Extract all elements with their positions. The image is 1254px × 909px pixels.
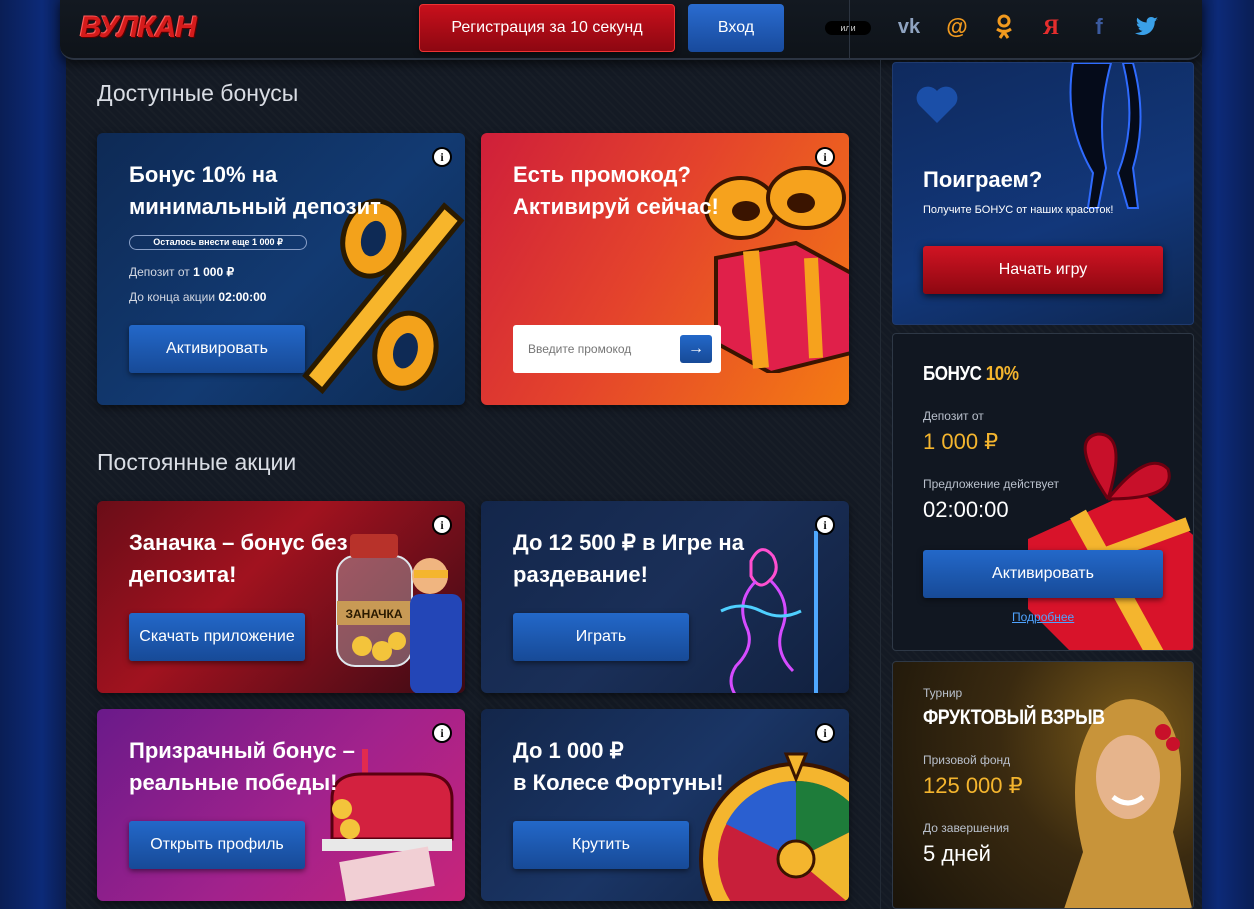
wheel-title-line1: До 1 000 ₽ [513,738,624,763]
tournament-ends-label: До завершения [923,821,1010,835]
promo-title-line1: Есть промокод? [513,162,691,187]
spin-button[interactable]: Крутить [513,821,689,869]
ghost-title-line2: реальные победы! [129,770,338,795]
sidebar-bonus-card: БОНУС 10% Депозит от 1 000 ₽ Предложение… [892,333,1194,651]
bonus-10-title-line1: Бонус 10% на [129,162,278,187]
heart-icon [916,86,958,123]
prize-label: Призовой фонд [923,753,1011,767]
download-app-button[interactable]: Скачать приложение [129,613,305,661]
strip-title-line1: До 12 500 ₽ в Игре на [513,530,744,555]
bonus-10-card: Бонус 10% на минимальный депозит Осталос… [97,133,465,405]
sidebar-divider [880,60,881,909]
sidebar-offer-label: Предложение действует [923,477,1060,491]
open-profile-button[interactable]: Открыть профиль [129,821,305,869]
percent-icon [302,198,465,395]
deposit-row: Депозит от 1 000 ₽ [129,265,235,279]
section-title-permanent: Постоянные акции [97,449,297,475]
top-header: ВУЛКАН Регистрация за 10 секунд Вход или… [60,0,1202,60]
tournament-label: Турнир [923,686,963,700]
sidebar-offer-timer: 02:00:00 [923,497,1009,522]
promo-card: Есть промокод? Активируй сейчас! → i [481,133,849,405]
promo-title-line2: Активируй сейчас! [513,194,719,219]
info-icon[interactable]: i [434,725,450,741]
sidebar-deposit-label: Депозит от [923,409,984,423]
wheel-card: До 1 000 ₽ в Колесе Фортуны! Крутить i [481,709,849,901]
play-button[interactable]: Играть [513,613,689,661]
logo[interactable]: ВУЛКАН [80,11,197,45]
play-promo-card: Поиграем? Получите БОНУС от наших красот… [892,62,1194,325]
jar-label: ЗАНАЧКА [345,607,402,621]
tournament-ends-value: 5 дней [923,841,991,866]
section-title-available: Доступные бонусы [97,80,299,106]
stash-title-line2: депозита! [129,562,237,587]
legs-silhouette [1069,63,1142,209]
promo-code-input[interactable] [513,325,673,373]
fortune-wheel-illustration [699,752,849,901]
start-game-button[interactable]: Начать игру [923,246,1163,294]
yandex-icon[interactable]: Я [1036,12,1066,42]
ends-row: До конца акции 02:00:00 [129,290,267,304]
strip-game-card: До 12 500 ₽ в Игре на раздевание! Играть… [481,501,849,693]
info-icon[interactable]: i [434,517,450,533]
header-divider [849,0,850,60]
left-background [0,0,70,909]
prize-value: 125 000 ₽ [923,773,1023,798]
sidebar-bonus-title: БОНУС 10% [923,363,1019,385]
tournament-card: Турнир ФРУКТОВЫЙ ВЗРЫВ Призовой фонд 125… [892,661,1194,909]
stash-card: ЗАНАЧКА Заначка – бонус без депозита! Ск… [97,501,465,693]
info-icon[interactable]: i [817,725,833,741]
promo-input-wrap: → [513,325,721,373]
sidebar-deposit-value: 1 000 ₽ [923,429,999,454]
play-title: Поиграем? [923,167,1043,192]
remaining-badge: Осталось внести еще 1 000 ₽ [129,235,307,250]
more-link[interactable]: Подробнее [1012,610,1074,624]
play-subtitle: Получите БОНУС от наших красоток! [923,204,1114,216]
info-icon[interactable]: i [817,517,833,533]
login-button[interactable]: Вход [688,4,784,52]
strip-title-line2: раздевание! [513,562,648,587]
twitter-icon[interactable] [1132,12,1162,42]
register-button[interactable]: Регистрация за 10 секунд [419,4,675,52]
mail-at-icon[interactable]: @ [942,12,972,42]
stash-title-line1: Заначка – бонус без [129,530,348,555]
promo-submit-button[interactable]: → [680,335,712,363]
sidebar-activate-button[interactable]: Активировать [923,550,1163,598]
wheel-title-line2: в Колесе Фортуны! [513,770,724,795]
tournament-title: ФРУКТОВЫЙ ВЗРЫВ [923,706,1105,729]
activate-button[interactable]: Активировать [129,325,305,373]
vk-icon[interactable]: vk [894,12,924,42]
info-icon[interactable]: i [817,149,833,165]
info-icon[interactable]: i [434,149,450,165]
ghost-bonus-card: Призрачный бонус – реальные победы! Откр… [97,709,465,901]
facebook-icon[interactable]: f [1084,12,1114,42]
bonus-10-title-line2: минимальный депозит [129,194,381,219]
right-background [1194,0,1254,909]
or-label: или [825,21,871,35]
gift-box-icon [704,166,849,373]
odnoklassniki-icon[interactable] [989,12,1019,42]
ghost-title-line1: Призрачный бонус – [129,738,355,763]
